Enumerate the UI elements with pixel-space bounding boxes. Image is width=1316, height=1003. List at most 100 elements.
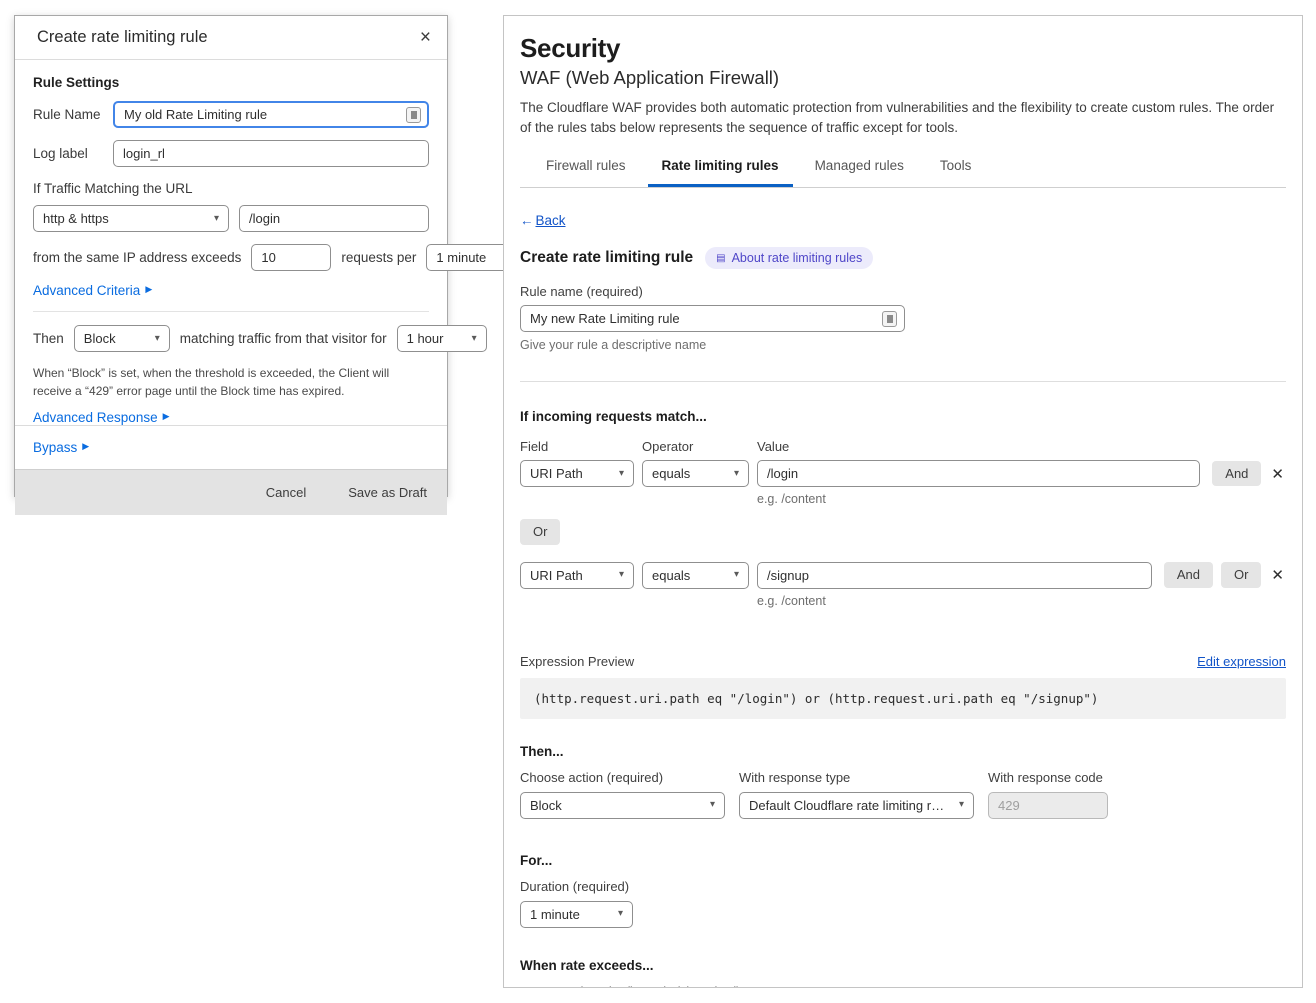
chevron-down-icon: ▾	[619, 469, 624, 479]
form-heading-row: Create rate limiting rule ▤ About rate l…	[520, 247, 1286, 269]
advanced-criteria-link[interactable]: Advanced Criteria ▶	[33, 283, 152, 298]
log-label-input-wrap	[113, 140, 429, 167]
waf-tabs: Firewall rules Rate limiting rules Manag…	[520, 154, 1286, 188]
edit-expression-link[interactable]: Edit expression	[1197, 654, 1286, 669]
matching-text: matching traffic from that visitor for	[180, 331, 387, 346]
about-rate-limiting-badge[interactable]: ▤ About rate limiting rules	[705, 247, 873, 269]
value-input-wrap	[757, 562, 1152, 589]
field-select-value: URI Path	[530, 568, 583, 583]
incoming-requests-heading: If incoming requests match...	[520, 409, 1286, 424]
chevron-down-icon: ▾	[734, 570, 739, 580]
requests-count-input[interactable]	[251, 244, 331, 271]
value-help: e.g. /content	[757, 594, 1286, 608]
cancel-button[interactable]: Cancel	[266, 485, 306, 500]
value-input[interactable]	[757, 460, 1200, 487]
advanced-response-label: Advanced Response	[33, 410, 158, 425]
tab-tools[interactable]: Tools	[926, 154, 986, 187]
exceeds-text: from the same IP address exceeds	[33, 250, 241, 265]
rule-name-row: Rule Name	[33, 101, 429, 128]
back-label: Back	[536, 213, 566, 228]
log-label-row: Log label	[33, 140, 429, 167]
choose-action-label: Choose action (required)	[520, 770, 725, 785]
then-action-row: Then Block ▾ matching traffic from that …	[33, 325, 429, 352]
block-duration-select[interactable]: 1 hour ▾	[397, 325, 487, 352]
rule-name-label: Rule name (required)	[520, 284, 1286, 299]
then-heading: Then...	[520, 744, 1286, 759]
tab-managed-rules[interactable]: Managed rules	[801, 154, 918, 187]
bypass-link[interactable]: Bypass ▶	[33, 440, 89, 455]
url-input[interactable]	[239, 205, 429, 232]
operator-select[interactable]: equals ▾	[642, 460, 749, 487]
response-code-input	[988, 792, 1108, 819]
value-input[interactable]	[757, 562, 1152, 589]
block-note: When “Block” is set, when the threshold …	[33, 364, 429, 400]
page-description: The Cloudflare WAF provides both automat…	[520, 98, 1286, 137]
rate-column-labels: Requests (required) Period (required)	[520, 984, 1286, 988]
field-select[interactable]: URI Path ▾	[520, 562, 634, 589]
duration-select[interactable]: 1 minute ▾	[520, 901, 633, 928]
page-title: Security	[520, 33, 1286, 64]
block-duration-value: 1 hour	[407, 331, 444, 346]
period-select-value: 1 minute	[436, 250, 486, 265]
autofill-icon[interactable]	[406, 107, 421, 123]
chevron-down-icon: ▾	[959, 800, 964, 810]
chevron-down-icon: ▾	[619, 570, 624, 580]
choose-action-select[interactable]: Block ▾	[520, 792, 725, 819]
advanced-response-link[interactable]: Advanced Response ▶	[33, 410, 170, 425]
or-button[interactable]: Or	[1221, 562, 1261, 588]
field-select-value: URI Path	[530, 466, 583, 481]
save-as-draft-button[interactable]: Save as Draft	[348, 485, 427, 500]
triangle-right-icon: ▶	[163, 411, 170, 422]
rate-exceeds-heading: When rate exceeds...	[520, 958, 1286, 973]
rule-name-input[interactable]	[113, 101, 429, 128]
field-select[interactable]: URI Path ▾	[520, 460, 634, 487]
log-label-input[interactable]	[113, 140, 429, 167]
dialog-footer: Cancel Save as Draft	[15, 469, 447, 515]
log-label-label: Log label	[33, 146, 103, 161]
expression-preview-label: Expression Preview	[520, 654, 634, 669]
field-label: Field	[520, 439, 642, 454]
chevron-down-icon: ▾	[710, 800, 715, 810]
duration-label: Duration (required)	[520, 879, 1286, 894]
url-input-wrap	[239, 205, 429, 232]
url-match-row: http & https ▾	[33, 205, 429, 232]
value-label: Value	[757, 439, 789, 454]
document-icon: ▤	[716, 253, 725, 264]
back-link[interactable]: ←Back	[520, 213, 566, 228]
scheme-select-value: http & https	[43, 211, 109, 226]
condition-column-labels: Field Operator Value	[520, 439, 1286, 454]
condition-row: URI Path ▾ equals ▾ And ✕	[520, 460, 1286, 487]
chevron-down-icon: ▾	[618, 909, 623, 919]
dialog-title: Create rate limiting rule	[37, 28, 208, 47]
remove-condition-icon[interactable]: ✕	[1269, 465, 1286, 483]
and-button[interactable]: And	[1212, 461, 1261, 487]
dialog-header: Create rate limiting rule ×	[15, 16, 447, 60]
scheme-select[interactable]: http & https ▾	[33, 205, 229, 232]
triangle-right-icon: ▶	[145, 284, 152, 295]
duration-value: 1 minute	[530, 907, 580, 922]
remove-condition-icon[interactable]: ✕	[1269, 566, 1286, 584]
operator-select[interactable]: equals ▾	[642, 562, 749, 589]
create-rule-heading: Create rate limiting rule	[520, 249, 693, 267]
period-label: Period (required)	[643, 984, 741, 988]
rule-name-input-wrap	[520, 305, 905, 332]
rule-name-input[interactable]	[520, 305, 905, 332]
tab-firewall-rules[interactable]: Firewall rules	[532, 154, 640, 187]
threshold-row: from the same IP address exceeds request…	[33, 244, 429, 271]
response-type-select[interactable]: Default Cloudflare rate limiting respons…	[739, 792, 974, 819]
requests-label: Requests (required)	[520, 984, 643, 988]
response-code-label: With response code	[988, 770, 1108, 785]
rule-name-help: Give your rule a descriptive name	[520, 338, 1286, 352]
tab-rate-limiting-rules[interactable]: Rate limiting rules	[648, 154, 793, 187]
requests-per-text: requests per	[341, 250, 416, 265]
traffic-matching-heading: If Traffic Matching the URL	[33, 181, 429, 196]
or-button[interactable]: Or	[520, 519, 560, 545]
advanced-criteria-label: Advanced Criteria	[33, 283, 140, 298]
close-icon[interactable]: ×	[420, 28, 431, 47]
chevron-down-icon: ▾	[734, 469, 739, 479]
action-select-value: Block	[84, 331, 116, 346]
and-button[interactable]: And	[1164, 562, 1213, 588]
bypass-section: Bypass ▶	[15, 425, 447, 469]
action-select[interactable]: Block ▾	[74, 325, 170, 352]
autofill-icon[interactable]	[882, 311, 897, 327]
